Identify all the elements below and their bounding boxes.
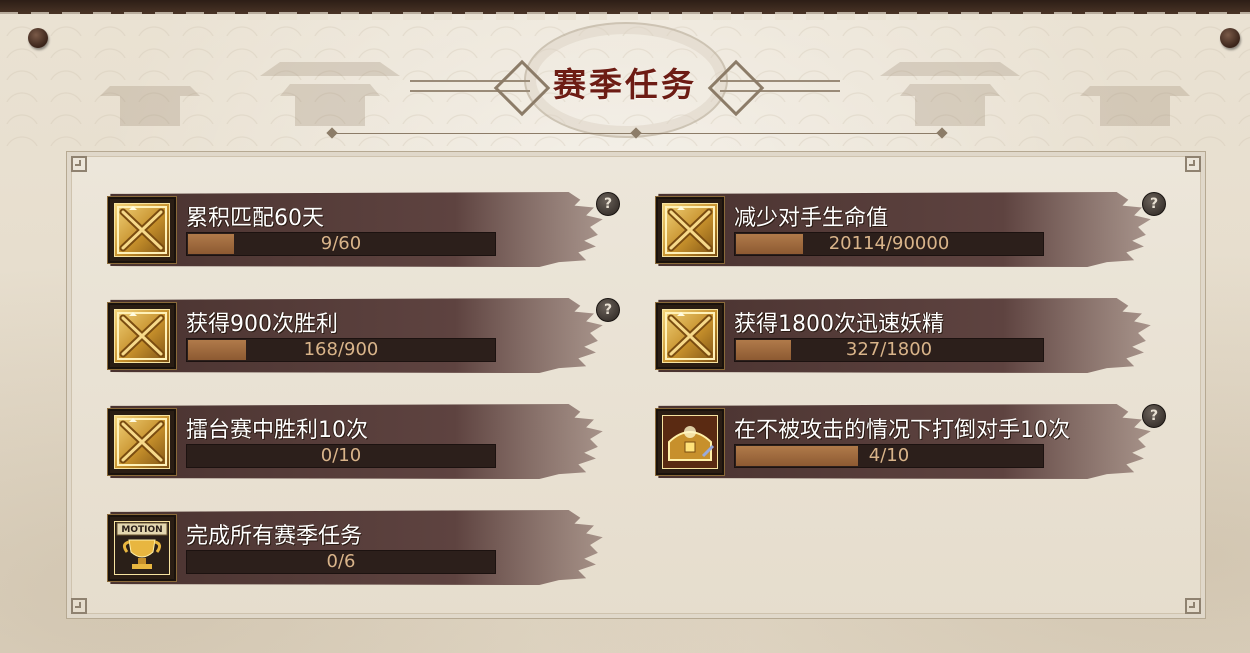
pin-icon [28,28,48,48]
progress-bar: 0/6 [186,550,496,574]
pin-icon [1220,28,1240,48]
task-row[interactable]: MOTION 完成所有赛季任务 0/6 [104,508,614,588]
progress-bar: 4/10 [734,444,1044,468]
motion-trophy-icon[interactable]: MOTION [108,515,176,581]
corner-ornament-icon [1185,156,1201,172]
motion-label: MOTION [121,525,162,535]
task-row[interactable]: 擂台赛中胜利10次 0/10 [104,402,614,482]
brush-stroke-background [658,191,1151,268]
gold-crate-icon[interactable] [108,197,176,263]
task-name: 累积匹配60天 [186,206,324,231]
progress-text: 9/60 [320,233,362,254]
task-name: 获得900次胜利 [186,312,338,337]
progress-bar: 0/10 [186,444,496,468]
task-name: 擂台赛中胜利10次 [186,418,368,443]
progress-bar: 168/900 [186,338,496,362]
top-border [0,0,1250,20]
task-name: 获得1800次迅速妖精 [734,312,944,337]
task-row[interactable]: 获得900次胜利 168/900 [104,296,614,376]
task-name: 在不被攻击的情况下打倒对手10次 [734,418,1070,443]
pavilion-silhouette-right [880,62,1190,126]
progress-bar: 20114/90000 [734,232,1044,256]
help-icon[interactable]: ? [596,298,620,322]
treasure-chest-icon[interactable] [656,409,724,475]
brush-stroke-background [110,191,603,268]
page-title: 赛季任务 [553,65,697,104]
help-icon[interactable]: ? [1142,192,1166,216]
gold-crate-icon[interactable] [656,197,724,263]
corner-ornament-icon [71,156,87,172]
progress-text: 168/900 [303,339,379,360]
help-icon[interactable]: ? [1142,404,1166,428]
gold-crate-icon[interactable] [108,303,176,369]
help-icon[interactable]: ? [596,192,620,216]
pavilion-silhouette-left [100,62,400,126]
task-row[interactable]: 在不被攻击的情况下打倒对手10次 4/10 [652,402,1162,482]
gold-crate-icon[interactable] [108,409,176,475]
progress-bar: 9/60 [186,232,496,256]
progress-text: 4/10 [868,445,910,466]
corner-ornament-icon [1185,598,1201,614]
progress-text: 327/1800 [845,339,933,360]
progress-bar: 327/1800 [734,338,1044,362]
task-name: 减少对手生命值 [734,206,889,231]
gold-crate-icon[interactable] [656,303,724,369]
progress-text: 0/6 [326,551,356,572]
task-name: 完成所有赛季任务 [186,524,363,549]
task-row[interactable]: 减少对手生命值 20114/90000 [652,190,1162,270]
progress-text: 0/10 [320,445,362,466]
task-row[interactable]: 累积匹配60天 9/60 [104,190,614,270]
task-row[interactable]: 获得1800次迅速妖精 327/1800 [652,296,1162,376]
corner-ornament-icon [71,598,87,614]
progress-text: 20114/90000 [828,233,950,254]
brush-stroke-background [110,297,603,374]
